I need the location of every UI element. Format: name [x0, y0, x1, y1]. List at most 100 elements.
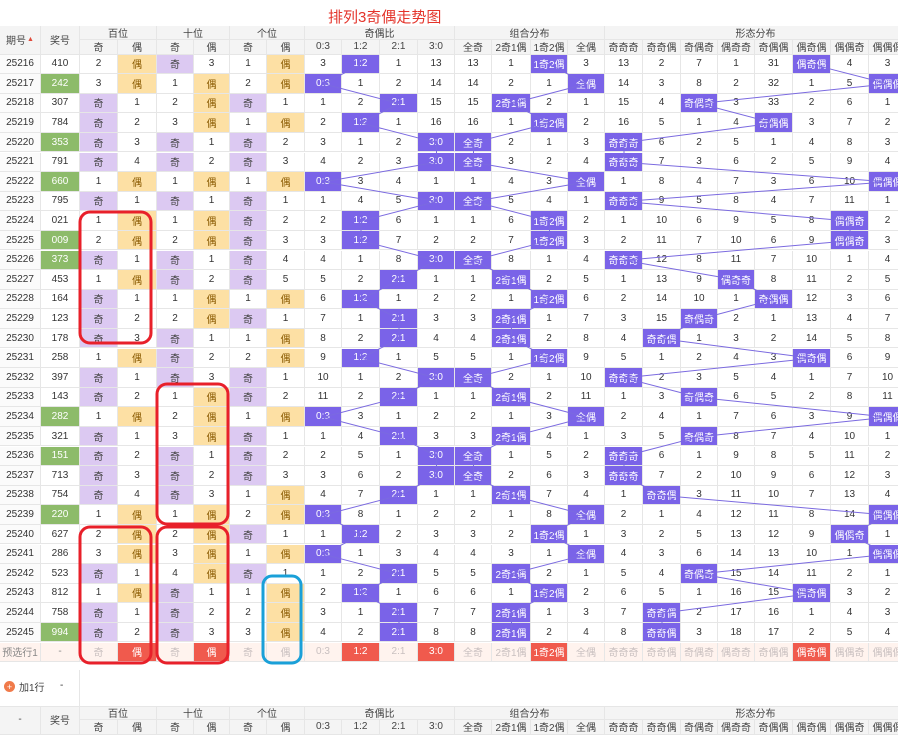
preselect-toggle[interactable]: 1:2 [342, 642, 380, 663]
issue-cell: 25229 [0, 309, 41, 329]
miss-count: 4 [643, 93, 681, 114]
even-marker: 偶 [267, 407, 305, 427]
miss-count: 1 [118, 93, 157, 114]
miss-count: 8 [869, 329, 898, 349]
shape-marker: 奇偶奇 [681, 564, 718, 584]
miss-count: 1 [118, 289, 157, 310]
group-header: 百位 [80, 26, 157, 40]
preselect-toggle[interactable]: 2奇1偶 [492, 642, 531, 663]
miss-count: 1 [230, 583, 267, 604]
miss-count: 8 [492, 250, 531, 271]
combo-marker: 2奇1偶 [492, 270, 531, 290]
miss-count: 1 [605, 270, 643, 290]
preselect-toggle[interactable]: 奇奇奇 [605, 642, 643, 663]
preselect-toggle[interactable]: 偶 [118, 642, 157, 663]
preselect-toggle[interactable]: 全奇 [455, 642, 492, 663]
shape-marker: 偶偶偶 [869, 505, 898, 525]
miss-count: 2 [869, 584, 898, 604]
miss-count: 3 [793, 407, 831, 427]
preselect-toggle[interactable]: 0:3 [305, 642, 342, 663]
preselect-toggle[interactable]: 1奇2偶 [531, 642, 568, 663]
shape-marker: 偶偶偶 [869, 544, 898, 565]
shape-marker: 奇奇偶 [643, 603, 681, 623]
preselect-toggle[interactable]: 奇奇偶 [643, 642, 681, 663]
even-marker: 偶 [194, 309, 230, 329]
shape-marker: 奇奇奇 [605, 466, 643, 486]
miss-count: 5 [380, 191, 418, 212]
combo-marker: 2奇1偶 [492, 387, 531, 408]
shape-marker: 奇奇奇 [605, 132, 643, 153]
sort-icon[interactable]: ▲ [27, 36, 34, 43]
miss-count: 13 [755, 544, 793, 565]
miss-count: 3 [194, 485, 230, 506]
miss-count: 8 [831, 132, 869, 153]
miss-count: 7 [869, 309, 898, 329]
add-row-button[interactable]: + 加1行 [4, 679, 45, 694]
issue-header[interactable]: 期号 ▲ [0, 26, 41, 55]
preselect-toggle[interactable]: 3:0 [418, 642, 455, 663]
miss-count: 4 [342, 191, 380, 212]
miss-count: 7 [568, 309, 605, 329]
add-row-bar: + 加1行 - [0, 670, 898, 707]
miss-count: 3 [869, 603, 898, 623]
miss-count: 3 [531, 172, 568, 192]
miss-count: 1 [305, 524, 342, 545]
preselect-toggle[interactable]: 偶奇奇 [718, 642, 755, 663]
miss-count: 11 [755, 505, 793, 525]
miss-count: 16 [455, 113, 492, 133]
preselect-toggle[interactable]: 偶奇偶 [793, 642, 831, 663]
miss-count: 14 [793, 328, 831, 349]
miss-count: 3 [230, 622, 267, 643]
preselect-toggle[interactable]: 偶 [267, 642, 305, 663]
preselect-toggle[interactable]: 偶偶偶 [869, 642, 898, 663]
preselect-toggle[interactable]: 奇 [80, 642, 118, 663]
miss-count: 3 [455, 524, 492, 545]
miss-count: 1 [869, 94, 898, 114]
preselect-toggle[interactable]: 全偶 [568, 642, 605, 663]
preselect-toggle[interactable]: 偶 [194, 642, 230, 663]
preselect-toggle[interactable]: 奇 [157, 642, 194, 663]
preselect-toggle[interactable]: 奇偶偶 [755, 642, 793, 663]
miss-count: 1 [80, 348, 118, 369]
miss-count: 4 [531, 426, 568, 447]
preselect-toggle[interactable]: 奇 [230, 642, 267, 663]
miss-count: 16 [605, 113, 643, 133]
miss-count: 2 [869, 113, 898, 133]
shape-marker: 奇奇奇 [605, 368, 643, 388]
miss-count: 1 [305, 426, 342, 447]
miss-count: 3 [418, 309, 455, 329]
combo-marker: 2奇1偶 [492, 603, 531, 623]
odd-marker: 奇 [230, 309, 267, 329]
miss-count: 1 [418, 485, 455, 506]
miss-count: 1 [157, 74, 194, 94]
miss-count: 2 [605, 407, 643, 427]
combo-marker: 1奇2偶 [531, 113, 568, 133]
even-marker: 偶 [267, 603, 305, 623]
number-cell: 286 [41, 544, 80, 565]
preselect-toggle[interactable]: 2:1 [380, 642, 418, 663]
miss-count: 6 [380, 211, 418, 231]
miss-count: 1 [267, 93, 305, 114]
ratio-subheader: 1:2 [342, 720, 380, 735]
miss-count: 6 [869, 290, 898, 310]
miss-count: 3 [793, 113, 831, 133]
shape-marker: 偶奇偶 [793, 54, 831, 75]
miss-count: 9 [793, 230, 831, 251]
miss-count: 1 [755, 132, 793, 153]
preselect-toggle[interactable]: 奇偶奇 [681, 642, 718, 663]
miss-count: 2 [793, 93, 831, 114]
shape-subheader: 偶奇偶 [793, 720, 831, 735]
issue-cell: 25243 [0, 583, 41, 604]
preselect-toggle[interactable]: 偶偶奇 [831, 642, 869, 663]
group-header: 十位 [157, 706, 230, 720]
miss-count: 2 [230, 348, 267, 369]
miss-count: 3 [305, 230, 342, 251]
shape-subheader: 偶偶偶 [869, 40, 898, 55]
miss-count: 1 [305, 93, 342, 114]
miss-count: 15 [418, 93, 455, 114]
miss-count: 1 [455, 387, 492, 408]
miss-count: 1 [267, 524, 305, 545]
miss-count: 2 [568, 583, 605, 604]
miss-count: 2 [194, 603, 230, 623]
combo-marker: 1奇2偶 [531, 583, 568, 604]
